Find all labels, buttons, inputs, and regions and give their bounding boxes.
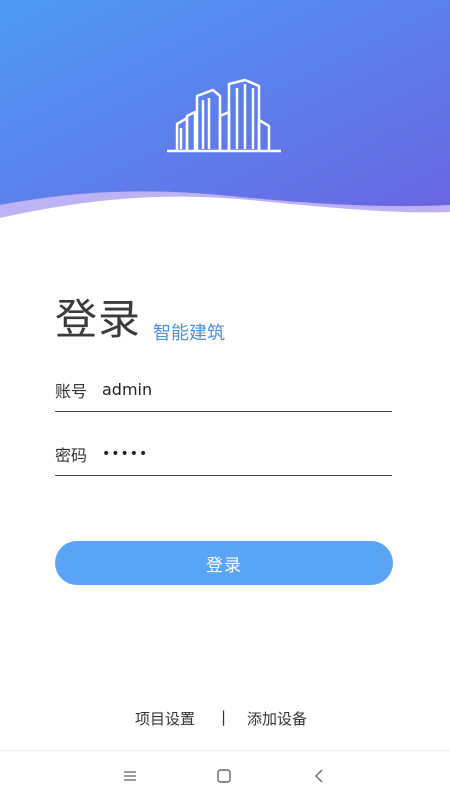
footer-divider: | [221, 708, 227, 726]
system-navigation-bar [0, 750, 450, 800]
back-chevron-icon[interactable] [309, 766, 329, 786]
menu-icon[interactable] [120, 766, 140, 786]
page-title: 登录 [55, 295, 142, 344]
account-label: 账号 [55, 381, 88, 401]
app-subtitle: 智能建筑 [153, 323, 225, 344]
city-buildings-icon [167, 78, 281, 153]
account-input[interactable] [102, 374, 392, 405]
password-field[interactable]: 密码 ••••• [55, 432, 392, 476]
password-label: 密码 [55, 445, 88, 465]
login-button[interactable]: 登录 [55, 541, 393, 585]
add-device-link[interactable]: 添加设备 [247, 708, 307, 729]
password-input[interactable]: ••••• [102, 439, 392, 469]
project-settings-link[interactable]: 项目设置 [135, 708, 195, 729]
account-field[interactable]: 账号 [55, 368, 392, 412]
home-square-icon[interactable] [214, 766, 234, 786]
header-banner [0, 0, 450, 225]
footer-links: 项目设置 | 添加设备 [0, 708, 450, 732]
